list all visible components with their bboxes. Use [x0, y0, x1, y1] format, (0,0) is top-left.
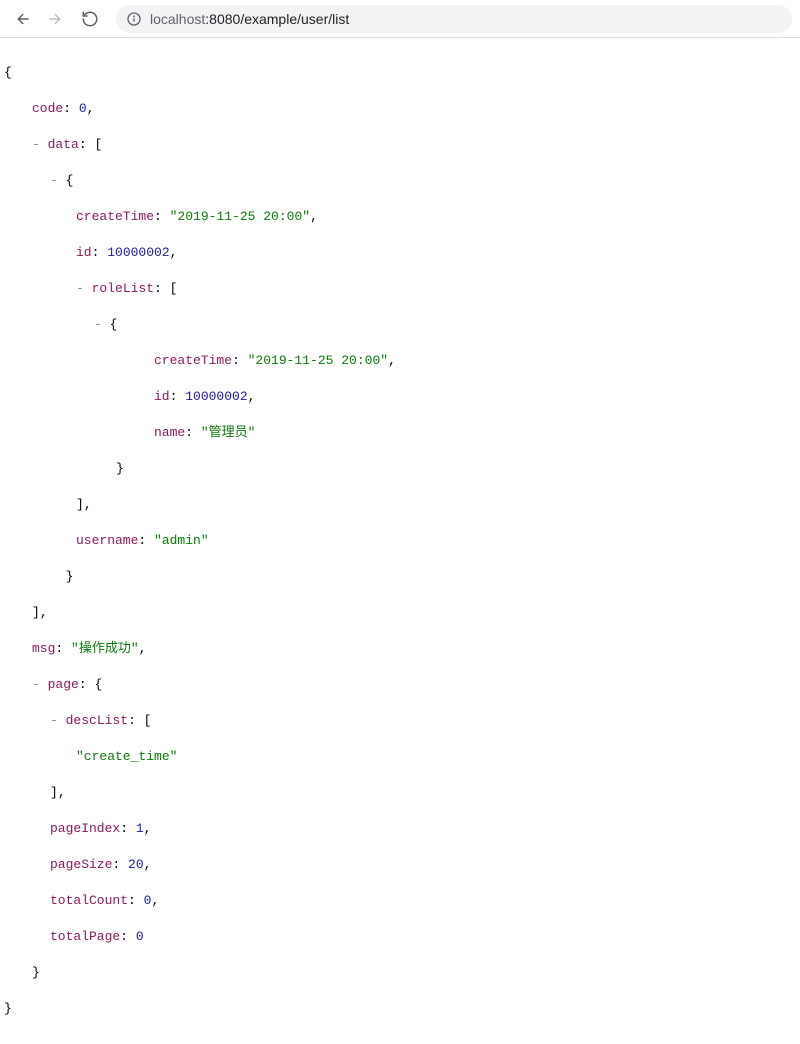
json-line: - page: {: [4, 676, 796, 694]
json-line: code: 0,: [4, 100, 796, 118]
toggle-icon[interactable]: -: [76, 281, 84, 296]
json-line: - {: [4, 172, 796, 190]
json-line: msg: "操作成功",: [4, 640, 796, 658]
info-icon: [126, 11, 142, 27]
json-line: ],: [4, 604, 796, 622]
json-line: - descList: [: [4, 712, 796, 730]
toggle-icon[interactable]: -: [50, 173, 58, 188]
json-line: - data: [: [4, 136, 796, 154]
json-line: id: 10000002,: [4, 244, 796, 262]
toggle-icon[interactable]: -: [94, 317, 102, 332]
json-viewer: { code: 0, - data: [ - { createTime: "20…: [0, 38, 800, 1044]
json-line: "create_time": [4, 748, 796, 766]
toggle-icon[interactable]: -: [32, 137, 40, 152]
toggle-icon[interactable]: -: [50, 713, 58, 728]
json-line: }: [4, 460, 796, 478]
arrow-left-icon: [13, 10, 31, 28]
json-line: totalCount: 0,: [4, 892, 796, 910]
json-line: createTime: "2019-11-25 20:00",: [4, 352, 796, 370]
json-line: createTime: "2019-11-25 20:00",: [4, 208, 796, 226]
address-bar[interactable]: localhost:8080/example/user/list: [116, 5, 792, 33]
json-line: pageIndex: 1,: [4, 820, 796, 838]
json-line: }: [4, 1000, 796, 1018]
json-line: }: [4, 964, 796, 982]
browser-toolbar: localhost:8080/example/user/list: [0, 0, 800, 38]
json-line: }: [4, 568, 796, 586]
toggle-icon[interactable]: -: [32, 677, 40, 692]
json-line: name: "管理员": [4, 424, 796, 442]
reload-icon: [81, 10, 99, 28]
arrow-right-icon: [47, 10, 65, 28]
back-button[interactable]: [8, 5, 36, 33]
json-line: ],: [4, 496, 796, 514]
json-line: id: 10000002,: [4, 388, 796, 406]
forward-button[interactable]: [42, 5, 70, 33]
json-line: - roleList: [: [4, 280, 796, 298]
json-line: - {: [4, 316, 796, 334]
reload-button[interactable]: [76, 5, 104, 33]
json-line: pageSize: 20,: [4, 856, 796, 874]
json-line: totalPage: 0: [4, 928, 796, 946]
json-line: {: [4, 64, 796, 82]
json-line: ],: [4, 784, 796, 802]
url-text: localhost:8080/example/user/list: [150, 11, 349, 27]
